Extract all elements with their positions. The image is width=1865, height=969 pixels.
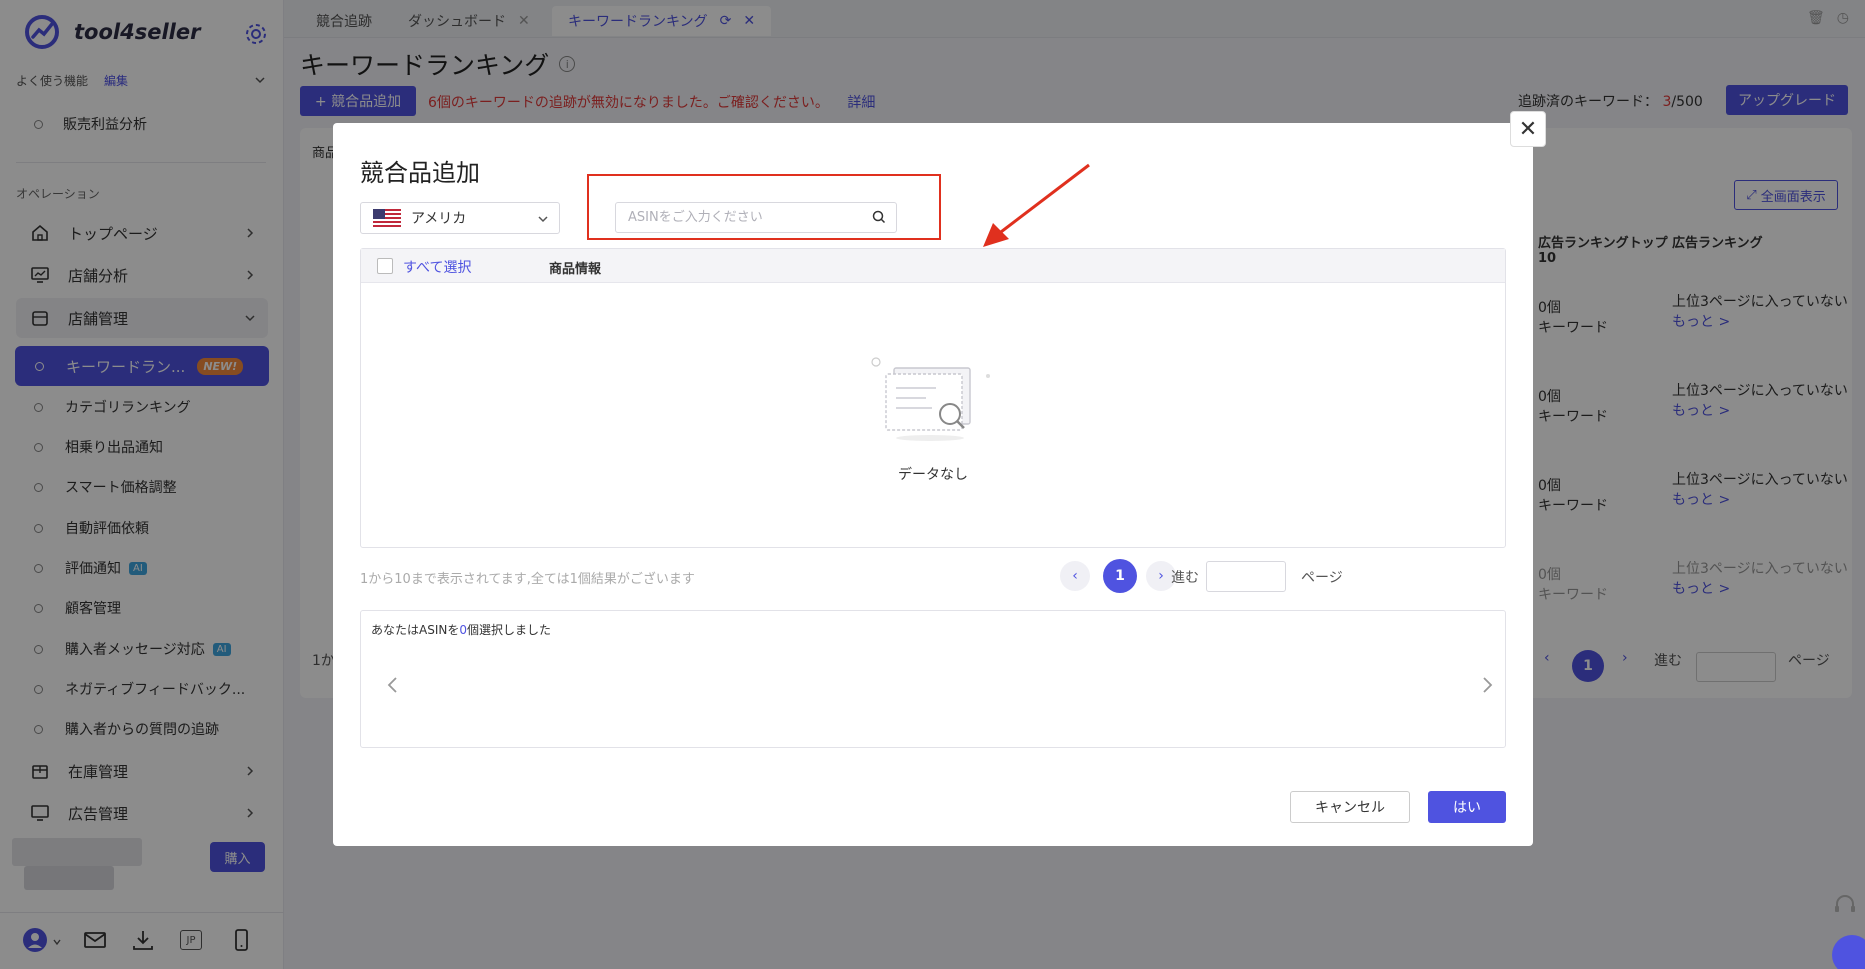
confirm-button[interactable]: はい (1428, 791, 1506, 823)
country-value: アメリカ (411, 211, 467, 227)
empty-state-text: データなし (898, 467, 968, 483)
search-results-table: すべて選択 商品情報 データなし (360, 248, 1506, 548)
prev-page-button[interactable]: ‹ (1060, 561, 1090, 591)
selected-prefix: あなたはASINを (371, 623, 460, 637)
results-range-text: 1から10まで表示されてます,全ては1個結果がございます (360, 572, 695, 587)
goto-page-input[interactable] (1206, 561, 1286, 592)
chat-bubble-button[interactable] (1832, 935, 1865, 969)
dialog-title: 競合品追加 (360, 159, 480, 187)
cancel-button[interactable]: キャンセル (1290, 791, 1410, 823)
empty-data-illustration (871, 357, 990, 441)
red-arrow-annotation (983, 163, 1090, 247)
selected-count: 0 (459, 623, 467, 637)
headset-support-icon[interactable] (1830, 890, 1860, 920)
select-all-label[interactable]: すべて選択 (403, 257, 471, 277)
page-label: ページ (1301, 570, 1343, 586)
close-dialog-button[interactable]: ✕ (1510, 111, 1546, 147)
chevron-left-icon[interactable] (385, 675, 401, 695)
select-all-checkbox[interactable] (377, 258, 393, 274)
current-page-button[interactable]: 1 (1103, 559, 1137, 593)
selected-asin-panel: あなたはASINを0個選択しました (360, 610, 1506, 748)
close-icon: ✕ (1518, 116, 1538, 142)
search-icon[interactable] (871, 209, 887, 225)
us-flag-icon (373, 209, 401, 227)
goto-label: 進む (1171, 570, 1199, 586)
selected-count-text: あなたはASINを0個選択しました (371, 621, 551, 638)
asin-search-input[interactable] (615, 202, 897, 233)
chevron-down-icon (538, 216, 548, 223)
chevron-right-icon[interactable] (1479, 675, 1495, 695)
column-product-info: 商品情報 (549, 262, 602, 277)
selected-suffix: 個選択しました (466, 623, 551, 637)
country-select[interactable]: アメリカ (360, 202, 560, 234)
table-header: すべて選択 商品情報 (361, 249, 1505, 283)
add-competitor-dialog: 競合品追加 アメリカ すべて選択 商品情報 (333, 123, 1533, 846)
